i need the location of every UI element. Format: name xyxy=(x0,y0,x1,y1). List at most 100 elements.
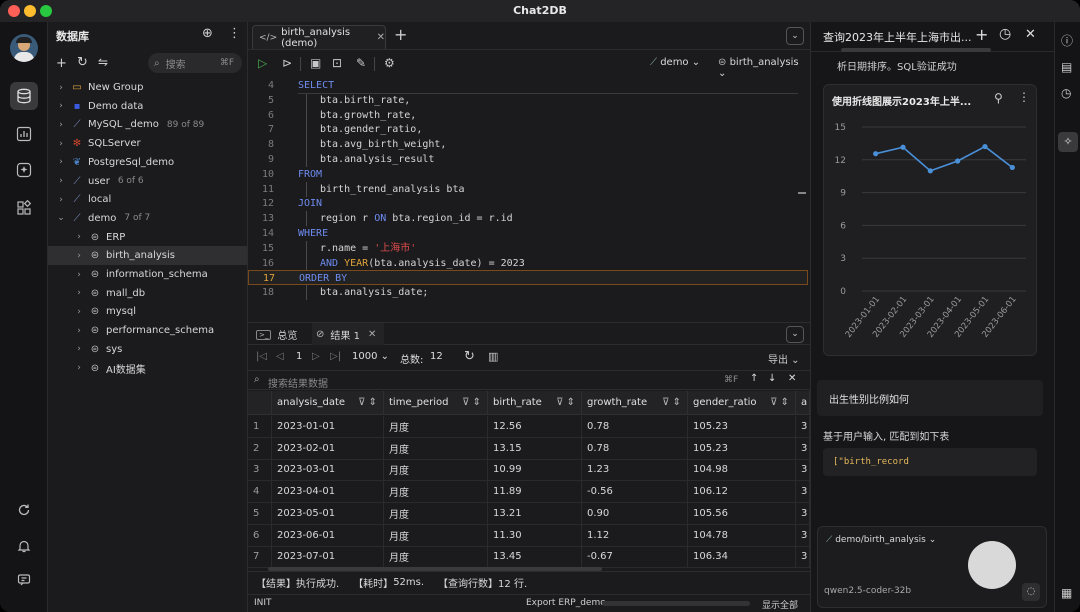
table-cell[interactable]: 105.23 xyxy=(688,416,796,438)
chevron-down-icon[interactable]: ⌄ xyxy=(56,213,66,223)
table-cell[interactable]: 2023-07-01 xyxy=(272,546,384,569)
code-line[interactable]: 13 region r ON bta.region_id = r.id xyxy=(248,211,808,227)
table-cell[interactable]: 12.56 xyxy=(488,416,582,438)
chevron-right-icon[interactable]: › xyxy=(74,307,84,317)
chat-icon[interactable] xyxy=(12,568,36,592)
code-line[interactable]: 15 r.name = '上海市' xyxy=(248,240,808,256)
table-cell[interactable]: 月度 xyxy=(384,502,488,525)
table-cell[interactable]: 11.30 xyxy=(488,524,582,547)
tab-result-1[interactable]: ⊘ 结果 1 ✕ xyxy=(312,323,384,345)
table-cell[interactable]: -0.56 xyxy=(582,481,688,504)
tree-item-mysql-demo[interactable]: › ⟋ MySQL _demo 89 of 89 xyxy=(48,115,247,134)
chevron-right-icon[interactable]: › xyxy=(74,251,84,261)
avatar[interactable] xyxy=(10,34,38,62)
table-cell[interactable]: 2023-02-01 xyxy=(272,437,384,460)
add-icon[interactable]: + xyxy=(56,56,67,71)
table-cell[interactable]: 月度 xyxy=(384,546,488,569)
chevron-right-icon[interactable]: › xyxy=(56,176,66,186)
pin-icon[interactable]: ⚲ xyxy=(994,91,1003,105)
new-chat-button[interactable]: + xyxy=(975,25,988,44)
ai-sparkle-icon[interactable]: ✧ xyxy=(1058,132,1078,152)
database-select[interactable]: ⊜ birth_analysis ⌄ xyxy=(718,57,810,79)
tree-item-demo-data[interactable]: › ▪ Demo data xyxy=(48,97,247,116)
table-cell[interactable]: -0.67 xyxy=(582,546,688,569)
result-search-input[interactable]: 搜索结果数据 xyxy=(268,375,328,390)
column-header[interactable]: gender_ratio ⊽ ⇕ xyxy=(688,391,796,415)
tree-item-mysql[interactable]: › ⊜ mysql xyxy=(48,302,247,321)
tree-item-performance-schema[interactable]: › ⊜ performance_schema xyxy=(48,321,247,340)
table-cell[interactable]: 3 xyxy=(796,416,810,438)
code-line[interactable]: 7 bta.gender_ratio, xyxy=(248,122,808,138)
loading-icon[interactable]: ◌ xyxy=(1022,583,1040,601)
tab-overview[interactable]: >_ 总览 xyxy=(256,327,297,342)
tree-item-birth-analysis[interactable]: › ⊜ birth_analysis xyxy=(48,246,247,266)
bell-icon[interactable] xyxy=(12,534,36,558)
code-line[interactable]: 4 SELECT xyxy=(248,78,808,93)
refresh-icon[interactable]: ↻ xyxy=(77,55,88,70)
export-button[interactable]: 导出 ⌄ xyxy=(768,351,800,366)
table-cell[interactable]: 1.12 xyxy=(582,524,688,547)
show-all-button[interactable]: 显示全部 xyxy=(762,598,798,611)
table-cell[interactable]: 11.89 xyxy=(488,481,582,504)
save-icon[interactable]: ▣ xyxy=(310,56,321,70)
tree-item-sqlserver[interactable]: › ✻ SQLServer xyxy=(48,134,247,153)
sort-icon[interactable]: ⇋ xyxy=(98,55,108,69)
clock-icon[interactable]: ◷ xyxy=(1061,86,1071,100)
close-tab-icon[interactable]: ✕ xyxy=(377,32,385,43)
chevron-right-icon[interactable]: › xyxy=(56,139,66,149)
code-line[interactable]: 16 AND YEAR(bta.analysis_date) = 2023 xyxy=(248,255,808,271)
page-size-select[interactable]: 1000 ⌄ xyxy=(352,351,389,362)
page-number[interactable]: 1 xyxy=(296,351,302,362)
chat-input-box[interactable]: ⟋ demo/birth_analysis ⌄ qwen2.5-coder-32… xyxy=(817,526,1047,608)
table-cell[interactable]: 13.45 xyxy=(488,546,582,569)
close-icon[interactable]: ✕ xyxy=(1025,27,1036,42)
table-cell[interactable]: 2023-03-01 xyxy=(272,459,384,482)
more-icon[interactable]: ⋮ xyxy=(1018,90,1030,104)
grid-icon[interactable] xyxy=(12,196,36,220)
chevron-right-icon[interactable]: › xyxy=(74,326,84,336)
column-header[interactable]: birth_rate ⊽ ⇕ xyxy=(488,391,582,415)
arrow-up-icon[interactable]: ↑ xyxy=(750,373,758,384)
chevron-right-icon[interactable]: › xyxy=(74,270,84,280)
code-area[interactable]: 4 SELECT 5 bta.birth_rate, 6 bta.growth_rate,… xyxy=(248,78,810,322)
new-tab-button[interactable]: + xyxy=(394,25,407,44)
table-cell[interactable]: 105.23 xyxy=(688,437,796,460)
tree-item-information-schema[interactable]: › ⊜ information_schema xyxy=(48,265,247,284)
table-cell[interactable]: 0.78 xyxy=(582,437,688,460)
chevron-right-icon[interactable]: › xyxy=(56,120,66,130)
table-cell[interactable]: 1.23 xyxy=(582,459,688,482)
table-cell[interactable]: 3 xyxy=(796,459,810,482)
code-line[interactable]: 18 bta.analysis_date; xyxy=(248,285,808,301)
refresh-icon[interactable] xyxy=(12,498,36,522)
tree-item-erp[interactable]: › ⊜ ERP xyxy=(48,228,247,247)
table-cell[interactable]: 2023-06-01 xyxy=(272,524,384,547)
filter-sort-icon[interactable]: ⊽ ⇕ xyxy=(358,397,377,408)
table-cell[interactable]: 月度 xyxy=(384,437,488,460)
ai-icon[interactable] xyxy=(12,158,36,182)
code-line[interactable]: 11 birth_trend_analysis bta xyxy=(248,181,808,197)
chevron-right-icon[interactable]: › xyxy=(56,157,66,167)
chevron-right-icon[interactable]: › xyxy=(56,195,66,205)
chevron-right-icon[interactable]: › xyxy=(56,83,66,93)
run-icon[interactable]: ▷ xyxy=(258,56,267,70)
table-cell[interactable]: 2023-04-01 xyxy=(272,481,384,504)
prev-page-icon[interactable]: ◁ xyxy=(276,351,284,362)
tab-birth-analysis[interactable]: </> birth_analysis (demo) ✕ xyxy=(252,25,386,49)
table-cell[interactable]: 2023-05-01 xyxy=(272,502,384,525)
chart-icon[interactable] xyxy=(12,122,36,146)
column-header[interactable]: growth_rate ⊽ ⇕ xyxy=(582,391,688,415)
datasource-select[interactable]: ⟋ demo ⌄ xyxy=(650,57,700,68)
first-page-icon[interactable]: |◁ xyxy=(256,351,267,362)
code-line[interactable]: 6 bta.growth_rate, xyxy=(248,107,808,123)
code-line[interactable]: 10 FROM xyxy=(248,167,808,182)
history-icon[interactable]: ◷ xyxy=(999,26,1011,42)
code-line[interactable]: 17 ORDER BY xyxy=(248,270,808,286)
table-cell[interactable]: 104.78 xyxy=(688,524,796,547)
table-cell[interactable]: 2023-01-01 xyxy=(272,416,384,438)
tree-item-demo[interactable]: ⌄ ⟋ demo 7 of 7 xyxy=(48,209,247,228)
tree-item-mall-db[interactable]: › ⊜ mall_db xyxy=(48,284,247,303)
table-cell[interactable]: 10.99 xyxy=(488,459,582,482)
format-icon[interactable]: ✎ xyxy=(356,56,366,70)
code-line[interactable]: 12 JOIN xyxy=(248,196,808,211)
tree-item-local[interactable]: › ⟋ local xyxy=(48,190,247,209)
